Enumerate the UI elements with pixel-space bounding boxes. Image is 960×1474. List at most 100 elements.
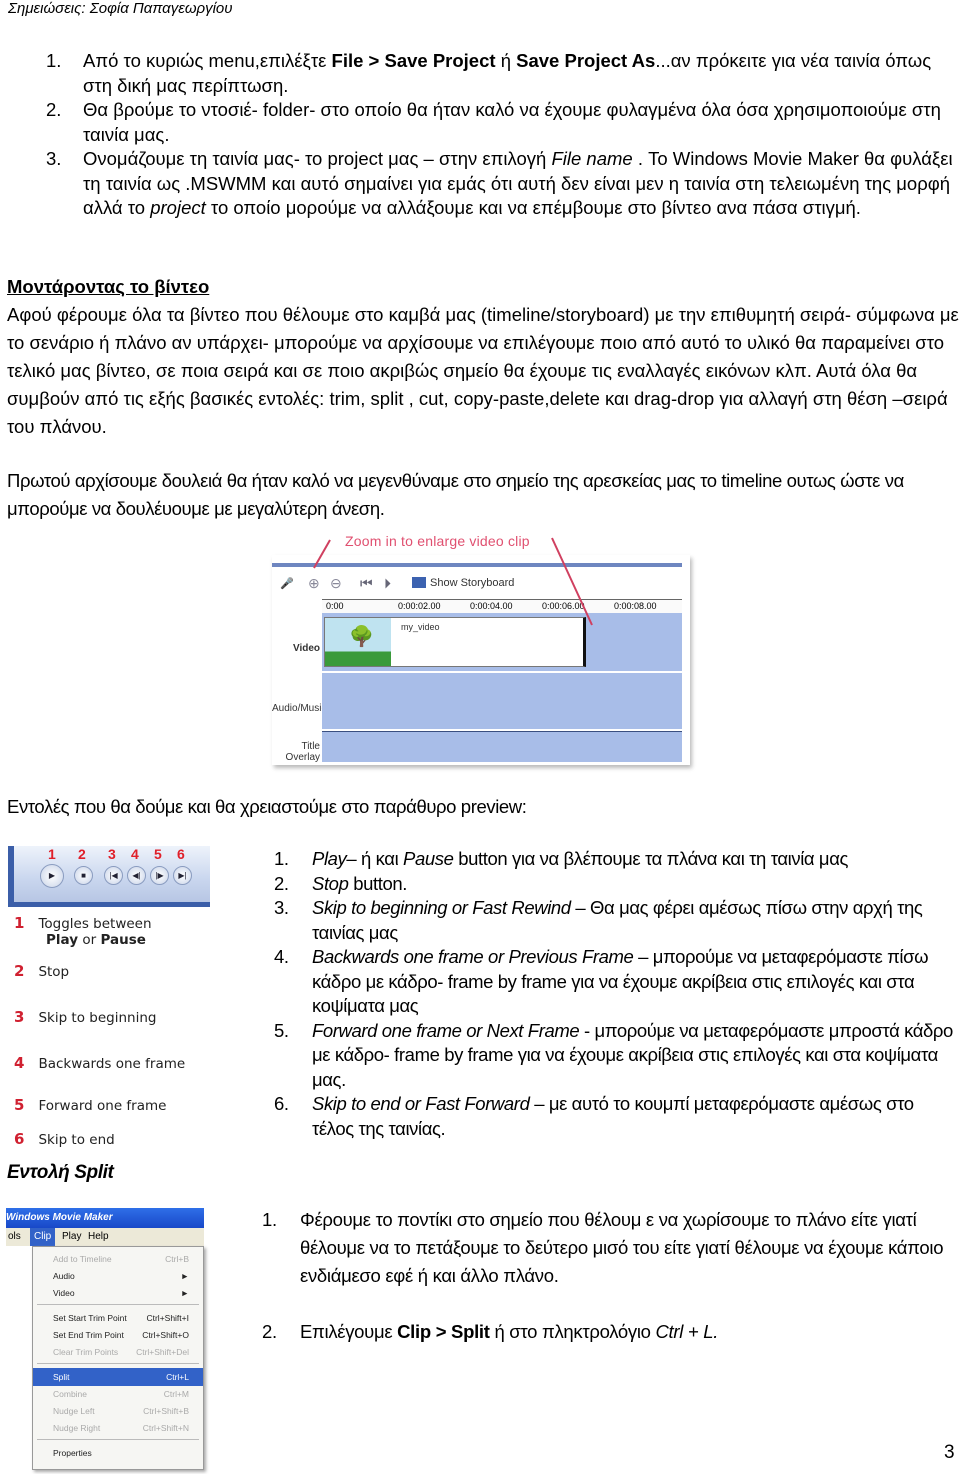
text-run: ή στο πληκτρολόγιο	[489, 1321, 656, 1342]
menu-play[interactable]: Play	[62, 1228, 81, 1246]
text-run: button για να βλέπουμε τα πλάνα και τη τ…	[453, 848, 849, 869]
list-item: 4. Backwards one frame or Previous Frame …	[274, 945, 960, 1019]
save-steps-list: 1. Από το κυριώς menu,επιλέξτε File > Sav…	[8, 49, 953, 221]
menu-item-clear-trim-points[interactable]: Clear Trim Points Ctrl+Shift+Del	[33, 1343, 203, 1361]
stop-button[interactable]: ■	[74, 866, 93, 885]
page-header: Σημειώσεις: Σοφία Παπαγεωργίου	[8, 0, 233, 17]
next-frame-button[interactable]: |▶	[150, 866, 169, 885]
list-item: 1. Play– ή και Pause button για να βλέπου…	[274, 847, 960, 872]
menu-tools[interactable]: ols	[8, 1228, 21, 1246]
menu-item-combine[interactable]: Combine Ctrl+M	[33, 1385, 203, 1403]
text-run: button.	[348, 872, 407, 894]
legend-text: Backwards one frame	[38, 1056, 186, 1072]
menu-separator	[37, 1439, 199, 1440]
legend-number: 2	[14, 962, 25, 980]
list-number: 1.	[262, 1209, 277, 1230]
menu-item-nudge-right[interactable]: Nudge Right Ctrl+Shift+N	[33, 1419, 203, 1437]
text-run: Skip to beginning or Fast Rewind	[312, 897, 571, 918]
menu-item-shortcut: Ctrl+B	[165, 1254, 189, 1264]
legend-run: Play	[46, 932, 79, 948]
player-controls-screenshot: 1 ▶ 2 ■ 3 |◀ 4 ◀| 5 |▶ 6 ▶|	[8, 846, 210, 907]
menu-clip[interactable]: Clip	[30, 1228, 56, 1246]
list-number: 5.	[274, 1019, 289, 1041]
skip-to-end-button[interactable]: ▶|	[173, 866, 192, 885]
legend-text: Toggles between	[38, 916, 152, 932]
menu-item-add-to-timeline[interactable]: Add to Timeline Ctrl+B	[33, 1250, 203, 1268]
menu-item-properties[interactable]: Properties	[33, 1444, 203, 1462]
menu-item-audio[interactable]: Audio ►	[33, 1267, 203, 1285]
split-heading: Εντολή Split	[7, 1162, 114, 1183]
page-number: 3	[944, 1442, 955, 1463]
split-steps-list: 1. Φέρουμε το ποντίκι στο σημείο που θέλο…	[262, 1206, 960, 1346]
text-run: File > Save Project	[331, 50, 496, 71]
preview-intro: Εντολές που θα δούμε και θα χρειαστούμε …	[7, 796, 527, 817]
menu-item-label: Properties	[53, 1448, 92, 1458]
button-number-label: 6	[177, 846, 185, 862]
legend-text: Forward one frame	[38, 1098, 167, 1114]
text-run: ή	[495, 50, 517, 71]
menu-item-video[interactable]: Video ►	[33, 1284, 203, 1302]
text-run: Επιλέγουμε	[300, 1321, 398, 1342]
legend-subtext: Play or Pause	[14, 932, 152, 948]
clip-menu-screenshot: Windows Movie Maker ols Clip Play Help A…	[6, 1208, 204, 1470]
legend-item: 3 Skip to beginning	[14, 1008, 156, 1026]
preview-commands-list: 1. Play– ή και Pause button για να βλέπου…	[274, 847, 960, 1141]
menu-item-shortcut: Ctrl+Shift+B	[143, 1406, 189, 1416]
list-item: 5. Forward one frame or Next Frame - μπορ…	[274, 1019, 960, 1093]
list-text: Forward one frame or Next Frame - μπορού…	[312, 1020, 953, 1090]
list-text: Stop button.	[312, 873, 407, 894]
menu-item-label: Audio	[53, 1271, 75, 1281]
menu-item-label: Combine	[53, 1389, 88, 1399]
clip-dropdown: Add to Timeline Ctrl+B Audio ► Video ► Set Sta…	[32, 1246, 204, 1470]
list-item: 6. Skip to end or Fast Forward – με αυτό …	[274, 1092, 960, 1141]
text-run: Save Project As	[516, 50, 656, 71]
menu-item-label: Add to Timeline	[53, 1254, 112, 1264]
menu-item-nudge-left[interactable]: Nudge Left Ctrl+Shift+B	[33, 1402, 203, 1420]
menu-item-label: Clear Trim Points	[53, 1347, 119, 1357]
legend-number: 1	[14, 914, 25, 932]
legend-number: 5	[14, 1096, 25, 1114]
text-run: File name	[551, 148, 633, 169]
menu-item-shortcut: ►	[180, 1271, 189, 1281]
menu-separator	[37, 1304, 199, 1305]
list-text: Play– ή και Pause button για να βλέπουμε…	[312, 848, 848, 869]
text-run: Backwards one frame or Previous Frame	[312, 946, 634, 967]
audio-track[interactable]	[322, 673, 682, 729]
menu-item-label: Nudge Right	[53, 1423, 101, 1433]
text-run: Clip > Split	[397, 1321, 490, 1342]
text-run: – ή και	[346, 848, 404, 869]
menu-item-shortcut: Ctrl+L	[166, 1372, 189, 1382]
previous-frame-button[interactable]: ◀|	[127, 866, 146, 885]
menu-item-shortcut: Ctrl+Shift+I	[146, 1313, 189, 1323]
list-item: 1. Φέρουμε το ποντίκι στο σημείο που θέλο…	[262, 1206, 960, 1290]
title-overlay-track[interactable]	[322, 731, 682, 762]
track-label-audio: Audio/Music	[272, 703, 327, 714]
list-number: 1.	[274, 848, 289, 869]
legend-item: 4 Backwards one frame	[14, 1054, 185, 1072]
menu-item-set-start-trim-point[interactable]: Set Start Trim Point Ctrl+Shift+I	[33, 1309, 203, 1327]
legend-item: 1 Toggles between Play or Pause	[14, 914, 152, 948]
text-run: Ctrl + L.	[655, 1321, 719, 1342]
menu-item-shortcut: ►	[180, 1288, 189, 1298]
list-number: 2.	[274, 872, 289, 894]
menu-item-set-end-trim-point[interactable]: Set End Trim Point Ctrl+Shift+O	[33, 1326, 203, 1344]
text-run: Forward one frame or Next Frame	[312, 1019, 580, 1041]
list-item: 2. Stop button.	[274, 872, 960, 897]
legend-text: Skip to end	[38, 1132, 115, 1148]
play-pause-button[interactable]: ▶	[40, 864, 64, 888]
skip-to-beginning-button[interactable]: |◀	[104, 866, 123, 885]
text-run: Φέρουμε το ποντίκι στο σημείο που θέλουμ…	[300, 1209, 944, 1286]
list-number: 2.	[46, 99, 62, 120]
list-text: Από το κυριώς menu,επιλέξτε File > Save …	[83, 50, 931, 96]
list-item: 3. Ονομάζουμε τη ταινία μας- το project μ…	[8, 147, 953, 221]
menu-help[interactable]: Help	[88, 1228, 109, 1246]
legend-item: 6 Skip to end	[14, 1130, 115, 1148]
menu-item-label: Set End Trim Point	[53, 1330, 124, 1340]
menu-item-split[interactable]: Split Ctrl+L	[33, 1368, 203, 1386]
menu-item-shortcut: Ctrl+Shift+N	[142, 1423, 189, 1433]
list-item: 2. Θα βρούμε το ντοσιέ- folder- στο οποίο…	[8, 98, 953, 147]
button-number-label: 4	[131, 846, 139, 862]
text-run: Stop	[312, 872, 349, 894]
button-number-label: 2	[78, 846, 86, 862]
button-number-label: 3	[108, 846, 116, 862]
